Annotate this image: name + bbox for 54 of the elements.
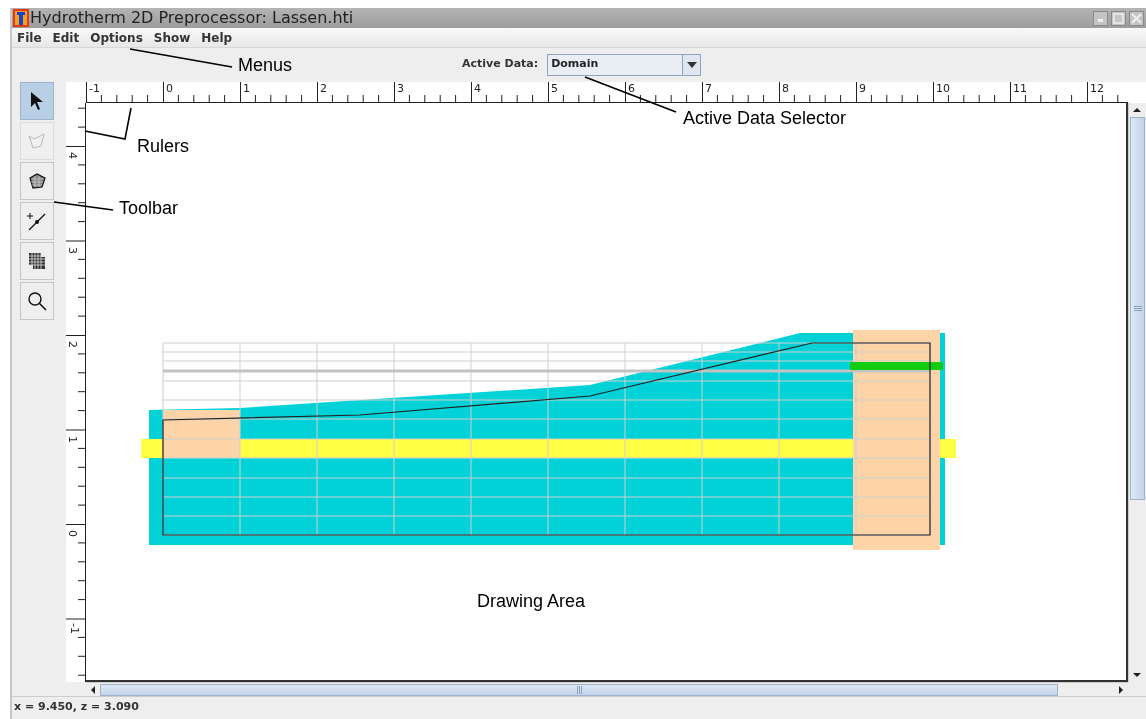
ruler-label: 11 (1013, 83, 1027, 94)
ruler-label: -1 (69, 622, 80, 634)
ruler-label: 0 (166, 83, 173, 94)
ruler-label: 1 (243, 83, 250, 94)
annotation-label: Menus (238, 56, 293, 74)
app-logo-icon (13, 9, 29, 27)
annotation-label: Drawing Area (477, 592, 586, 610)
window-title: Hydrotherm 2D Preprocessor: Lassen.hti (30, 10, 354, 26)
caret-icon (686, 61, 697, 68)
point-on-line-icon (27, 211, 47, 231)
close-icon[interactable] (1129, 10, 1144, 26)
ruler-label: 4 (67, 152, 78, 159)
pointer-icon (29, 91, 45, 111)
menu-item[interactable]: Show (153, 31, 191, 44)
annotation-label: Toolbar (119, 199, 179, 217)
ruler-label: 12 (1090, 83, 1104, 94)
ruler-label: 1 (67, 435, 78, 443)
menu-item[interactable]: Help (201, 31, 233, 44)
grid-icon (28, 252, 46, 270)
menu-item[interactable]: Options (90, 31, 143, 44)
leader-line (84, 107, 132, 140)
tool-button[interactable] (20, 282, 54, 320)
ruler-label: 6 (628, 83, 635, 94)
scroll-thumb[interactable] (1130, 117, 1145, 500)
ruler-label: 2 (67, 341, 78, 348)
annotation-label: Active Data Selector (683, 109, 847, 127)
tool-button[interactable] (20, 202, 54, 240)
minimize-icon[interactable] (1093, 10, 1108, 26)
polygon-icon (28, 173, 46, 189)
search-icon (27, 291, 47, 311)
ruler-label: 0 (67, 530, 78, 537)
ruler-label: 10 (936, 83, 950, 94)
ruler-label: 5 (551, 83, 558, 94)
active-data-label: Active Data: (462, 56, 539, 73)
status-text: x = 9.450, z = 3.090 (14, 699, 139, 716)
maximize-icon[interactable] (1111, 10, 1126, 26)
menu-item[interactable]: Edit (52, 31, 80, 44)
tool-button[interactable] (20, 242, 54, 280)
menu-item[interactable]: File (17, 31, 42, 44)
polygon-outline-icon (28, 133, 46, 149)
ruler-label: 7 (705, 83, 712, 94)
ruler-label: 8 (782, 83, 789, 94)
leader-line (53, 201, 114, 211)
active-data-dropdown[interactable]: Domain (547, 53, 702, 76)
ruler-label: 9 (859, 83, 866, 94)
ruler-label: -1 (89, 83, 100, 94)
ruler-label: 3 (397, 83, 404, 94)
ruler-label: 2 (320, 83, 327, 94)
vertical-scrollbar[interactable] (1128, 103, 1146, 682)
ruler-label: 3 (67, 246, 78, 254)
annotation-label: Rulers (137, 137, 189, 155)
tool-button[interactable] (20, 162, 54, 200)
ruler-label: 4 (474, 83, 481, 94)
tool-button[interactable] (20, 82, 54, 120)
